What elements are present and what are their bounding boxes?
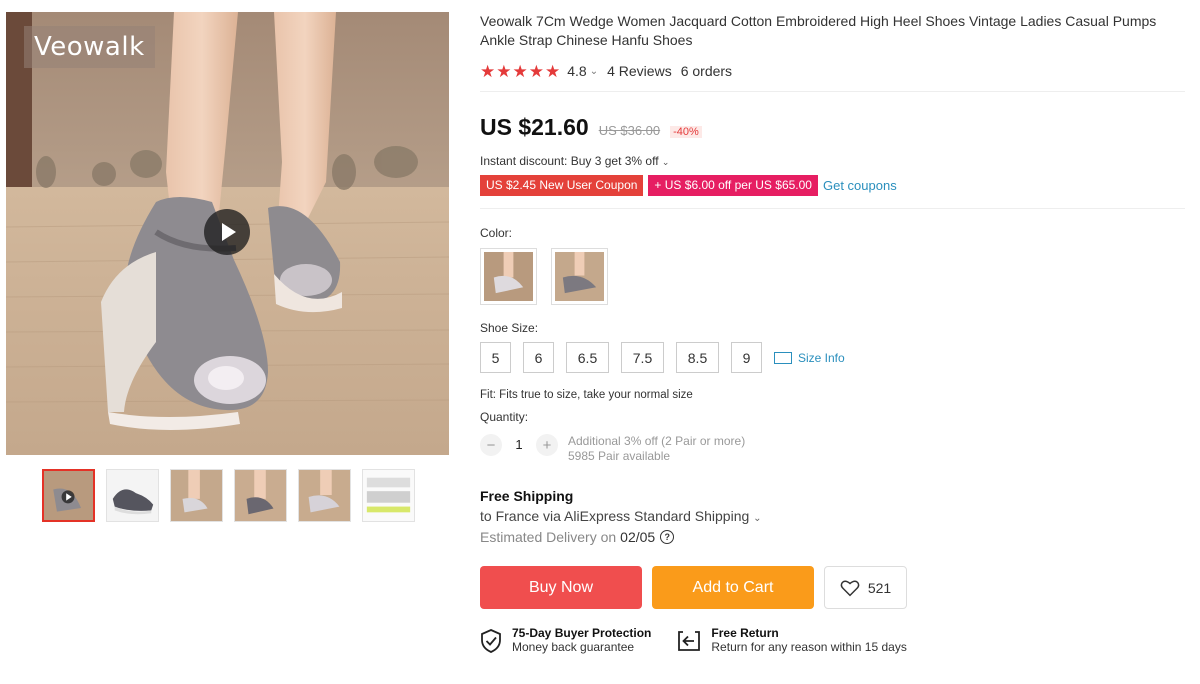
wishlist-count: 521 — [867, 579, 892, 596]
free-return-title: Free Return — [711, 626, 779, 640]
spend-coupon[interactable]: + US $6.00 off per US $65.00 — [648, 175, 818, 196]
thumbnail-3[interactable] — [170, 469, 223, 522]
buyer-protection[interactable]: 75-Day Buyer Protection Money back guara… — [480, 626, 651, 655]
color-swatch-gray[interactable] — [551, 248, 608, 305]
brand-logo: Veowalk — [24, 26, 155, 68]
chevron-down-icon: ⌄ — [753, 513, 762, 524]
star-icon: ★ — [480, 61, 496, 81]
chevron-down-icon: ⌄ — [661, 157, 670, 167]
reviews-link[interactable]: 4 Reviews — [607, 63, 672, 79]
buy-now-button[interactable]: Buy Now — [480, 566, 642, 609]
ruler-icon — [774, 351, 792, 364]
thumbnail-1[interactable] — [42, 469, 95, 522]
estimated-delivery: Estimated Delivery on 02/05 ? — [480, 529, 1185, 545]
shipping-destination[interactable]: to France via AliExpress Standard Shippi… — [480, 508, 1185, 524]
product-details: Veowalk 7Cm Wedge Women Jacquard Cotton … — [480, 12, 1185, 655]
divider — [480, 91, 1185, 92]
color-label: Color: — [480, 226, 513, 240]
size-option[interactable]: 5 — [480, 342, 511, 373]
color-swatch-light[interactable] — [480, 248, 537, 305]
wishlist-button[interactable]: 521 — [824, 566, 907, 609]
bulk-discount-text: Additional 3% off (2 Pair or more) — [568, 434, 746, 448]
thumbnail-strip — [42, 469, 415, 522]
instant-discount-text: Instant discount: Buy 3 get 3% off — [480, 154, 659, 168]
size-option[interactable]: 7.5 — [621, 342, 664, 373]
thumbnail-4[interactable] — [234, 469, 287, 522]
thumbnail-2[interactable] — [106, 469, 159, 522]
size-option[interactable]: 6 — [523, 342, 554, 373]
free-return[interactable]: Free Return Return for any reason within… — [677, 626, 907, 655]
coupon-row: US $2.45 New User Coupon + US $6.00 off … — [480, 175, 1185, 196]
guarantees: 75-Day Buyer Protection Money back guara… — [480, 626, 1185, 655]
thumbnail-5[interactable] — [298, 469, 351, 522]
star-icon: ★ — [496, 61, 512, 81]
price-row: US $21.60 US $36.00 -40% — [480, 114, 1185, 140]
divider — [480, 208, 1185, 209]
quantity-info: Additional 3% off (2 Pair or more) 5985 … — [568, 434, 745, 464]
rating-row: ★ ★ ★ ★ ★ 4.8 ⌄ 4 Reviews 6 orders — [480, 62, 1185, 80]
action-buttons: Buy Now Add to Cart 521 — [480, 566, 1185, 609]
size-options: 5 6 6.5 7.5 8.5 9 Size Info — [480, 342, 1185, 373]
help-icon[interactable]: ? — [660, 530, 675, 544]
product-title: Veowalk 7Cm Wedge Women Jacquard Cotton … — [480, 13, 1157, 48]
thumbnail-6[interactable] — [362, 469, 415, 522]
shipping-title: Free Shipping — [480, 488, 574, 504]
rating-value[interactable]: 4.8 — [567, 63, 586, 79]
star-rating: ★ ★ ★ ★ ★ — [480, 63, 560, 80]
quantity-input[interactable]: 1 — [502, 434, 536, 456]
original-price: US $36.00 — [598, 123, 661, 138]
size-info-label: Size Info — [798, 350, 845, 365]
size-option[interactable]: 9 — [731, 342, 762, 373]
estimated-delivery-label: Estimated Delivery on — [480, 529, 617, 545]
stock-available: 5985 Pair available — [568, 449, 671, 463]
color-swatches — [480, 248, 1185, 305]
size-label: Shoe Size: — [480, 321, 539, 335]
estimated-delivery-date: 02/05 — [620, 529, 656, 545]
increase-button[interactable]: + — [536, 434, 558, 456]
decrease-button[interactable]: − — [480, 434, 502, 456]
buyer-protection-title: 75-Day Buyer Protection — [512, 626, 652, 640]
buyer-protection-subtitle: Money back guarantee — [512, 640, 635, 654]
return-icon — [678, 630, 701, 651]
heart-icon — [840, 580, 860, 596]
get-coupons-link[interactable]: Get coupons — [823, 178, 897, 193]
instant-discount[interactable]: Instant discount: Buy 3 get 3% off ⌄ — [480, 154, 1185, 169]
fit-note: Fit: Fits true to size, take your normal… — [480, 389, 693, 401]
main-product-image[interactable]: Veowalk — [6, 12, 449, 455]
play-icon[interactable] — [204, 209, 250, 255]
free-return-subtitle: Return for any reason within 15 days — [711, 640, 907, 654]
shield-icon — [481, 628, 501, 653]
shipping-section: Free Shipping to France via AliExpress S… — [480, 488, 1185, 545]
orders-count: 6 orders — [680, 63, 733, 79]
size-info-link[interactable]: Size Info — [774, 351, 845, 365]
discount-badge: -40% — [670, 126, 702, 138]
current-price: US $21.60 — [480, 114, 589, 140]
chevron-down-icon[interactable]: ⌄ — [590, 66, 598, 77]
size-option[interactable]: 6.5 — [566, 342, 609, 373]
new-user-coupon[interactable]: US $2.45 New User Coupon — [480, 175, 644, 196]
size-option[interactable]: 8.5 — [676, 342, 719, 373]
star-icon: ★ — [512, 61, 528, 81]
star-icon: ★ — [545, 61, 561, 81]
shipping-destination-text: to France via AliExpress Standard Shippi… — [480, 508, 750, 524]
quantity-stepper: − 1 + Additional 3% off (2 Pair or more)… — [480, 434, 1185, 464]
star-icon: ★ — [528, 61, 544, 81]
add-to-cart-button[interactable]: Add to Cart — [652, 566, 814, 609]
quantity-label: Quantity: — [480, 410, 529, 424]
